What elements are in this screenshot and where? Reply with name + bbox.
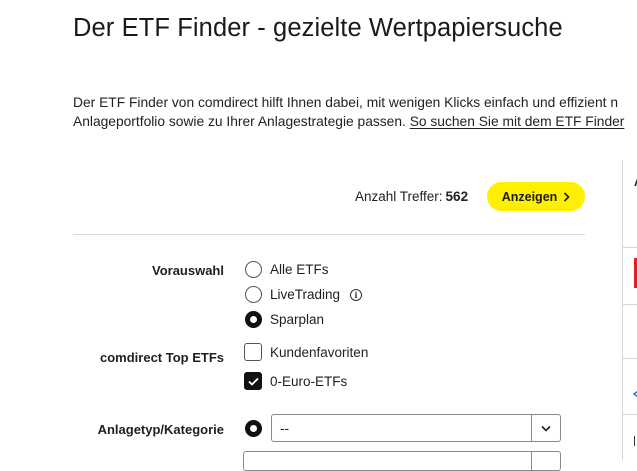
intro-line-1: Der ETF Finder von comdirect hilft Ihnen… [73,95,618,110]
checkbox[interactable] [244,343,262,361]
second-select[interactable] [243,451,561,471]
divider [73,234,585,235]
show-results-label: Anzeigen [501,189,558,204]
radio-label: LiveTrading [270,287,341,302]
vorauswahl-label: Vorauswahl [151,263,224,278]
intro-text: Der ETF Finder von comdirect hilft Ihnen… [73,93,637,131]
result-count: Anzahl Treffer: 562 [355,189,468,204]
result-count-value: 562 [445,189,469,204]
radio-button[interactable] [245,261,262,278]
checkbox-checked[interactable] [244,372,262,390]
radio-button[interactable] [245,286,262,303]
show-results-button[interactable]: Anzeigen [487,182,585,211]
chevron-down-icon [541,425,551,432]
checkmark-icon [247,377,259,386]
side-divider [622,414,637,415]
side-link-icon[interactable] [632,387,637,401]
select-value: -- [280,420,289,436]
side-divider [622,247,637,248]
radio-sparplan[interactable]: Sparplan [245,311,324,328]
select-arrow[interactable] [531,452,560,470]
top-etfs-label: comdirect Top ETFs [100,350,224,365]
checkbox-label: 0-Euro-ETFs [270,373,348,389]
side-divider [622,304,637,305]
intro-line-2-text: Anlageportfolio sowie zu Ihrer Anlagestr… [73,114,410,129]
side-panel [622,160,637,460]
radio-livetrading[interactable]: LiveTrading i [245,286,363,303]
checkbox-kundenfavoriten[interactable]: Kundenfavoriten [244,343,368,361]
result-count-label: Anzahl Treffer: [355,189,443,204]
radio-button-selected[interactable] [245,311,262,328]
arrow-icon [632,390,637,398]
anlagetyp-radio-selected[interactable] [245,420,262,437]
how-to-search-link[interactable]: So suchen Sie mit dem ETF Finder [410,114,625,129]
page-title: Der ETF Finder - gezielte Wertpapiersuch… [73,14,563,42]
radio-label: Alle ETFs [270,262,329,277]
select-arrow[interactable] [531,415,560,441]
radio-label: Sparplan [270,312,325,327]
checkbox-label: Kundenfavoriten [270,344,369,360]
anlagetyp-label: Anlagetyp/Kategorie [97,422,224,437]
chevron-right-icon [564,191,570,202]
info-icon[interactable]: i [350,288,363,301]
intro-line-2: Anlageportfolio sowie zu Ihrer Anlagestr… [73,112,637,131]
anlagetyp-select[interactable]: -- [271,414,561,442]
checkbox-0-euro-etfs[interactable]: 0-Euro-ETFs [244,372,347,390]
radio-alle-etfs[interactable]: Alle ETFs [245,261,329,278]
side-divider [622,358,637,359]
